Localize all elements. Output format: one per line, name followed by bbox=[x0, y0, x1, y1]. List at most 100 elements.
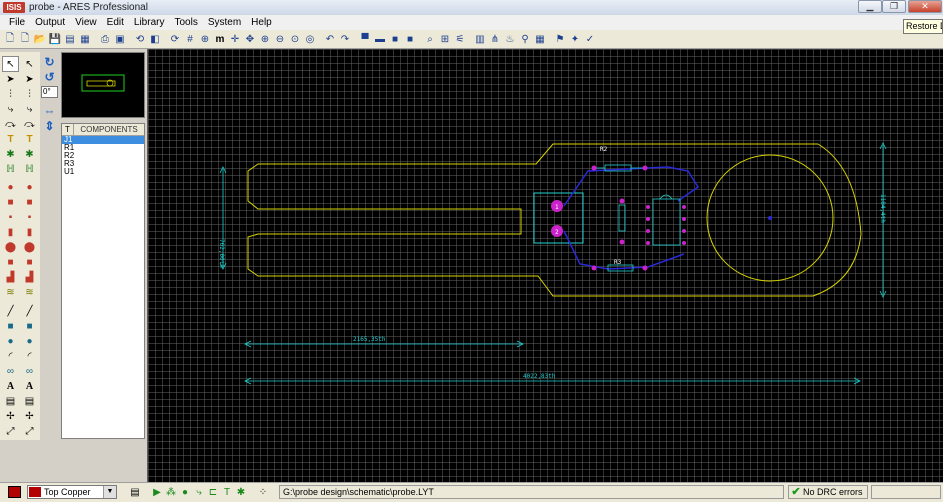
component-move-icon[interactable]: ➤ bbox=[22, 72, 37, 86]
autorouter-icon[interactable]: ♨ bbox=[503, 32, 517, 46]
round-pad-alt-icon[interactable]: ● bbox=[22, 180, 37, 194]
via-icon[interactable]: ⤼ bbox=[3, 117, 18, 131]
menu-view[interactable]: View bbox=[70, 15, 102, 30]
box-2d-alt-icon[interactable]: ■ bbox=[22, 319, 37, 333]
component-item-r3[interactable]: R3 bbox=[62, 160, 144, 168]
menu-help[interactable]: Help bbox=[246, 15, 277, 30]
unroute-icon[interactable]: ✱ bbox=[234, 485, 248, 499]
redo-icon[interactable]: ↷ bbox=[338, 32, 352, 46]
via-edit-icon[interactable]: ⤼ bbox=[22, 117, 37, 131]
polygon-pad-alt-icon[interactable]: ▟ bbox=[22, 270, 37, 284]
metric-icon[interactable]: m bbox=[213, 32, 227, 46]
edge-pad-icon[interactable]: ▮ bbox=[3, 225, 18, 239]
search-icon[interactable]: ⌕ bbox=[423, 32, 437, 46]
mirror-horizontal-icon[interactable]: ⇔ bbox=[42, 104, 57, 118]
import-icon[interactable]: ▤ bbox=[63, 32, 77, 46]
menu-edit[interactable]: Edit bbox=[102, 15, 129, 30]
drc-status[interactable]: ✔ No DRC errors bbox=[788, 485, 868, 499]
arc-2d-icon[interactable]: ◜ bbox=[3, 349, 18, 363]
pan-icon[interactable]: ✥ bbox=[243, 32, 257, 46]
redraw-icon[interactable]: ⟳ bbox=[168, 32, 182, 46]
menu-tools[interactable]: Tools bbox=[169, 15, 202, 30]
cut-icon[interactable]: ▀ bbox=[358, 32, 372, 46]
square-pad-icon[interactable]: ■ bbox=[3, 195, 18, 209]
pad-stack-alt-icon[interactable]: ≋ bbox=[22, 285, 37, 299]
layer-color-swatch[interactable] bbox=[8, 486, 21, 498]
select-icon[interactable]: ↖ bbox=[22, 57, 37, 71]
arc-2d-alt-icon[interactable]: ◜ bbox=[22, 349, 37, 363]
step-icon[interactable]: ⁂ bbox=[164, 485, 178, 499]
menu-file[interactable]: File bbox=[4, 15, 30, 30]
export-icon[interactable]: ▦ bbox=[78, 32, 92, 46]
symbol-alt-icon[interactable]: ▤ bbox=[22, 394, 37, 408]
rect-smt-alt-icon[interactable]: ■ bbox=[22, 255, 37, 269]
ratsnest-edit-icon[interactable]: ✱ bbox=[22, 147, 37, 161]
line-2d-alt-icon[interactable]: ╱ bbox=[22, 304, 37, 318]
component-item-r1[interactable]: R1 bbox=[62, 144, 144, 152]
component-place-icon[interactable]: ➤ bbox=[3, 72, 18, 86]
save-icon[interactable]: 💾 bbox=[48, 32, 62, 46]
flag-icon[interactable]: ⚑ bbox=[553, 32, 567, 46]
path-2d-alt-icon[interactable]: ∞ bbox=[22, 364, 37, 378]
layers-palette-icon[interactable]: ▤ bbox=[128, 485, 142, 499]
restore-button[interactable]: ❐ bbox=[882, 0, 906, 13]
grid-icon[interactable]: # bbox=[183, 32, 197, 46]
binoculars-icon[interactable]: ⚲ bbox=[518, 32, 532, 46]
rotation-angle-input[interactable]: 0° bbox=[41, 86, 58, 98]
line-2d-icon[interactable]: ╱ bbox=[3, 304, 18, 318]
menu-library[interactable]: Library bbox=[129, 15, 170, 30]
marker-icon[interactable]: ✢ bbox=[3, 409, 18, 423]
wand-icon[interactable]: ⚟ bbox=[453, 32, 467, 46]
dimension-icon[interactable]: ⤢ bbox=[3, 424, 18, 438]
netlist-icon[interactable]: ▦ bbox=[533, 32, 547, 46]
print-area-icon[interactable]: ▣ bbox=[113, 32, 127, 46]
track-icon[interactable]: ⤷ bbox=[3, 102, 18, 116]
print-icon[interactable]: ⎙ bbox=[98, 32, 112, 46]
rotate-cw-icon[interactable]: ↻ bbox=[42, 55, 57, 69]
circle-smt-alt-icon[interactable]: ⬤ bbox=[22, 240, 37, 254]
layers-icon[interactable]: ◧ bbox=[148, 32, 162, 46]
symbol-icon[interactable]: ▤ bbox=[3, 394, 18, 408]
zone-edit-icon[interactable]: T bbox=[22, 132, 37, 146]
path-2d-icon[interactable]: ∞ bbox=[3, 364, 18, 378]
text-2d-icon[interactable]: A bbox=[3, 379, 18, 393]
ratsnest-tool-icon[interactable]: ✱ bbox=[3, 147, 18, 161]
component-item-j1[interactable]: J1 bbox=[62, 136, 144, 144]
rect-smt-icon[interactable]: ■ bbox=[3, 255, 18, 269]
rotate-ccw-icon[interactable]: ↺ bbox=[42, 70, 57, 84]
polygon-pad-icon[interactable]: ▟ bbox=[3, 270, 18, 284]
package-icon[interactable]: ⫶ bbox=[3, 87, 18, 101]
circle-2d-alt-icon[interactable]: ● bbox=[22, 334, 37, 348]
open-file-icon[interactable]: 📂 bbox=[33, 32, 47, 46]
tee-icon[interactable]: T bbox=[220, 485, 234, 499]
chevron-down-icon[interactable]: ▼ bbox=[103, 486, 116, 498]
component-item-u1[interactable]: U1 bbox=[62, 168, 144, 176]
circle-smt-icon[interactable]: ⬤ bbox=[3, 240, 18, 254]
origin-icon[interactable]: ⊕ bbox=[198, 32, 212, 46]
package-edit-icon[interactable]: ⫶ bbox=[22, 87, 37, 101]
chart-icon[interactable]: ▥ bbox=[473, 32, 487, 46]
refresh-icon[interactable]: ⟲ bbox=[133, 32, 147, 46]
new-file-icon[interactable]: 🗋 bbox=[3, 32, 17, 46]
component-item-r2[interactable]: R2 bbox=[62, 152, 144, 160]
zoom-in-icon[interactable]: ⊕ bbox=[258, 32, 272, 46]
copy-icon[interactable]: ▬ bbox=[373, 32, 387, 46]
undo-icon[interactable]: ↶ bbox=[323, 32, 337, 46]
block-move-icon[interactable]: ■ bbox=[388, 32, 402, 46]
text-2d-alt-icon[interactable]: A bbox=[22, 379, 37, 393]
zone-fill-icon[interactable]: ⊏ bbox=[206, 485, 220, 499]
square-pad-alt-icon[interactable]: ■ bbox=[22, 195, 37, 209]
dil-pad-alt-icon[interactable]: ▪ bbox=[22, 210, 37, 224]
overview-window[interactable] bbox=[61, 52, 145, 118]
round-pad-icon[interactable]: ● bbox=[3, 180, 18, 194]
ratsnest-icon[interactable]: ⋔ bbox=[488, 32, 502, 46]
menu-system[interactable]: System bbox=[203, 15, 246, 30]
menu-output[interactable]: Output bbox=[30, 15, 70, 30]
zone-icon[interactable]: T bbox=[3, 132, 18, 146]
edge-pad-alt-icon[interactable]: ▮ bbox=[22, 225, 37, 239]
dil-pad-icon[interactable]: ▪ bbox=[3, 210, 18, 224]
decompose-icon[interactable]: ⊞ bbox=[438, 32, 452, 46]
connectivity-icon[interactable]: ℍ bbox=[3, 162, 18, 176]
zoom-all-icon[interactable]: ⊙ bbox=[288, 32, 302, 46]
checkmark-graph-icon[interactable]: ✓ bbox=[583, 32, 597, 46]
